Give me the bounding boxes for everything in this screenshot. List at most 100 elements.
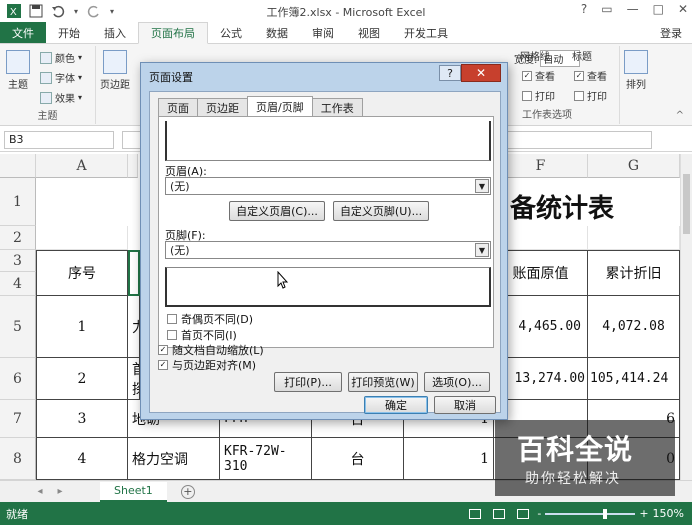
cell-a2[interactable] bbox=[36, 226, 128, 250]
help-icon[interactable]: ? bbox=[581, 2, 587, 16]
zoom-in-icon[interactable]: + bbox=[639, 507, 648, 520]
headings-print-checkbox[interactable]: 打印 bbox=[574, 88, 607, 103]
colors-button[interactable]: 颜色 ▾ bbox=[40, 50, 82, 65]
sheet-tab-sheet1[interactable]: Sheet1 bbox=[100, 481, 167, 502]
redo-icon[interactable] bbox=[86, 3, 102, 19]
zoom-slider-thumb[interactable] bbox=[603, 508, 608, 519]
cell-d8[interactable]: 台 bbox=[312, 438, 404, 480]
tab-data[interactable]: 数据 bbox=[254, 22, 300, 43]
collapse-ribbon-icon[interactable]: ^ bbox=[676, 110, 684, 121]
column-header-b[interactable] bbox=[128, 154, 138, 178]
dialog-close-icon[interactable]: ✕ bbox=[461, 64, 501, 82]
row-header-7[interactable]: 7 bbox=[0, 400, 36, 438]
tab-review[interactable]: 审阅 bbox=[300, 22, 346, 43]
column-header-f[interactable]: F bbox=[494, 154, 588, 178]
cell-g3-header[interactable]: 累计折旧 bbox=[588, 250, 680, 296]
tab-sheet[interactable]: 工作表 bbox=[311, 98, 363, 116]
tab-formulas[interactable]: 公式 bbox=[208, 22, 254, 43]
first-page-checkbox[interactable]: 首页不同(I) bbox=[167, 327, 237, 343]
tab-header-footer[interactable]: 页眉/页脚 bbox=[247, 96, 313, 116]
tab-page[interactable]: 页面 bbox=[158, 98, 198, 116]
page-break-view-icon[interactable] bbox=[517, 508, 530, 519]
minimize-icon[interactable]: — bbox=[627, 2, 639, 16]
cell-f3-header[interactable]: 账面原值 bbox=[494, 250, 588, 296]
scale-with-document-checkbox[interactable]: ✓ 随文档自动缩放(L) bbox=[158, 342, 264, 358]
save-icon[interactable] bbox=[28, 3, 44, 19]
effects-button[interactable]: 效果 ▾ bbox=[40, 90, 82, 105]
prev-sheet-icon[interactable]: ◂ bbox=[30, 486, 50, 497]
row-header-1[interactable]: 1 bbox=[0, 178, 36, 226]
row-header-3[interactable]: 3 bbox=[0, 250, 36, 272]
zoom-out-icon[interactable]: - bbox=[537, 507, 541, 520]
tab-insert[interactable]: 插入 bbox=[92, 22, 138, 43]
row-header-4[interactable]: 4 bbox=[0, 272, 36, 296]
cell-e8[interactable]: 1 bbox=[404, 438, 494, 480]
cell-b6[interactable]: 首探 bbox=[128, 358, 140, 400]
column-header-a[interactable]: A bbox=[36, 154, 128, 178]
page-layout-view-icon[interactable] bbox=[493, 508, 506, 519]
customize-qat-icon[interactable]: ▾ bbox=[108, 3, 116, 19]
arrange-button[interactable]: 排列 bbox=[624, 50, 648, 91]
scrollbar-thumb[interactable] bbox=[683, 174, 690, 234]
cell-b8[interactable]: 格力空调 bbox=[128, 438, 220, 480]
margins-button[interactable]: 页边距 bbox=[100, 50, 130, 91]
align-margins-checkbox[interactable]: ✓ 与页边距对齐(M) bbox=[158, 357, 256, 373]
tab-file[interactable]: 文件 bbox=[0, 22, 46, 43]
dialog-help-icon[interactable]: ? bbox=[439, 65, 461, 81]
headings-view-checkbox[interactable]: ✓ 查看 bbox=[574, 68, 607, 83]
tab-page-layout[interactable]: 页面布局 bbox=[138, 22, 208, 44]
gridlines-print-checkbox[interactable]: 打印 bbox=[522, 88, 555, 103]
custom-footer-button[interactable]: 自定义页脚(U)... bbox=[333, 201, 429, 221]
cancel-button[interactable]: 取消 bbox=[434, 396, 496, 414]
tab-home[interactable]: 开始 bbox=[46, 22, 92, 43]
row-header-8[interactable]: 8 bbox=[0, 438, 36, 480]
cell-g6[interactable]: 105,414.24 bbox=[588, 358, 680, 400]
cell-a6[interactable]: 2 bbox=[36, 358, 128, 400]
undo-dropdown-icon[interactable]: ▾ bbox=[72, 3, 80, 19]
tab-developer[interactable]: 开发工具 bbox=[392, 22, 460, 43]
cell-f6[interactable]: 13,274.00 bbox=[494, 358, 588, 400]
zoom-slider[interactable] bbox=[545, 508, 636, 519]
tab-view[interactable]: 视图 bbox=[346, 22, 392, 43]
cell-c8[interactable]: KFR-72W- 310 bbox=[220, 438, 312, 480]
odd-even-checkbox[interactable]: 奇偶页不同(D) bbox=[167, 311, 253, 327]
row-header-6[interactable]: 6 bbox=[0, 358, 36, 400]
name-box[interactable]: B3 bbox=[4, 130, 114, 149]
custom-header-button[interactable]: 自定义页眉(C)... bbox=[229, 201, 325, 221]
cell-a3-header[interactable]: 序号 bbox=[36, 250, 128, 296]
themes-button[interactable]: 主题 bbox=[6, 50, 30, 91]
next-sheet-icon[interactable]: ▸ bbox=[50, 486, 70, 497]
cell-g5[interactable]: 4,072.08 bbox=[588, 296, 680, 358]
column-header-g[interactable]: G bbox=[588, 154, 680, 178]
row-header-5[interactable]: 5 bbox=[0, 296, 36, 358]
login-link[interactable]: 登录 bbox=[660, 22, 692, 43]
cell-f2[interactable] bbox=[494, 226, 588, 250]
print-preview-button[interactable]: 打印预览(W) bbox=[348, 372, 418, 392]
close-window-icon[interactable]: ✕ bbox=[678, 2, 688, 16]
sheet-title-text: 备统计表 bbox=[510, 194, 615, 224]
cell-g2[interactable] bbox=[588, 226, 680, 250]
cell-b5[interactable]: 力 bbox=[128, 296, 140, 358]
vertical-scrollbar[interactable] bbox=[680, 154, 692, 480]
header-select[interactable]: (无) ▼ bbox=[165, 177, 491, 195]
options-button[interactable]: 选项(O)... bbox=[424, 372, 490, 392]
undo-icon[interactable] bbox=[50, 3, 66, 19]
cell-a7[interactable]: 3 bbox=[36, 400, 128, 438]
cell-a5[interactable]: 1 bbox=[36, 296, 128, 358]
cell-b3-selected[interactable] bbox=[128, 250, 140, 296]
zoom-level[interactable]: 150% bbox=[653, 507, 684, 520]
maximize-icon[interactable]: □ bbox=[653, 2, 664, 16]
select-all-corner[interactable] bbox=[0, 154, 36, 178]
ok-button[interactable]: 确定 bbox=[364, 396, 428, 414]
print-button[interactable]: 打印(P)... bbox=[274, 372, 342, 392]
cell-a8[interactable]: 4 bbox=[36, 438, 128, 480]
add-sheet-icon[interactable]: + bbox=[180, 484, 195, 499]
row-header-2[interactable]: 2 bbox=[0, 226, 36, 250]
normal-view-icon[interactable] bbox=[469, 508, 482, 519]
footer-select[interactable]: (无) ▼ bbox=[165, 241, 491, 259]
fonts-button[interactable]: 字体 ▾ bbox=[40, 70, 82, 85]
cell-f5[interactable]: 4,465.00 bbox=[494, 296, 588, 358]
gridlines-view-checkbox[interactable]: ✓ 查看 bbox=[522, 68, 555, 83]
tab-margins[interactable]: 页边距 bbox=[197, 98, 248, 116]
ribbon-display-icon[interactable]: ▭ bbox=[601, 2, 612, 16]
